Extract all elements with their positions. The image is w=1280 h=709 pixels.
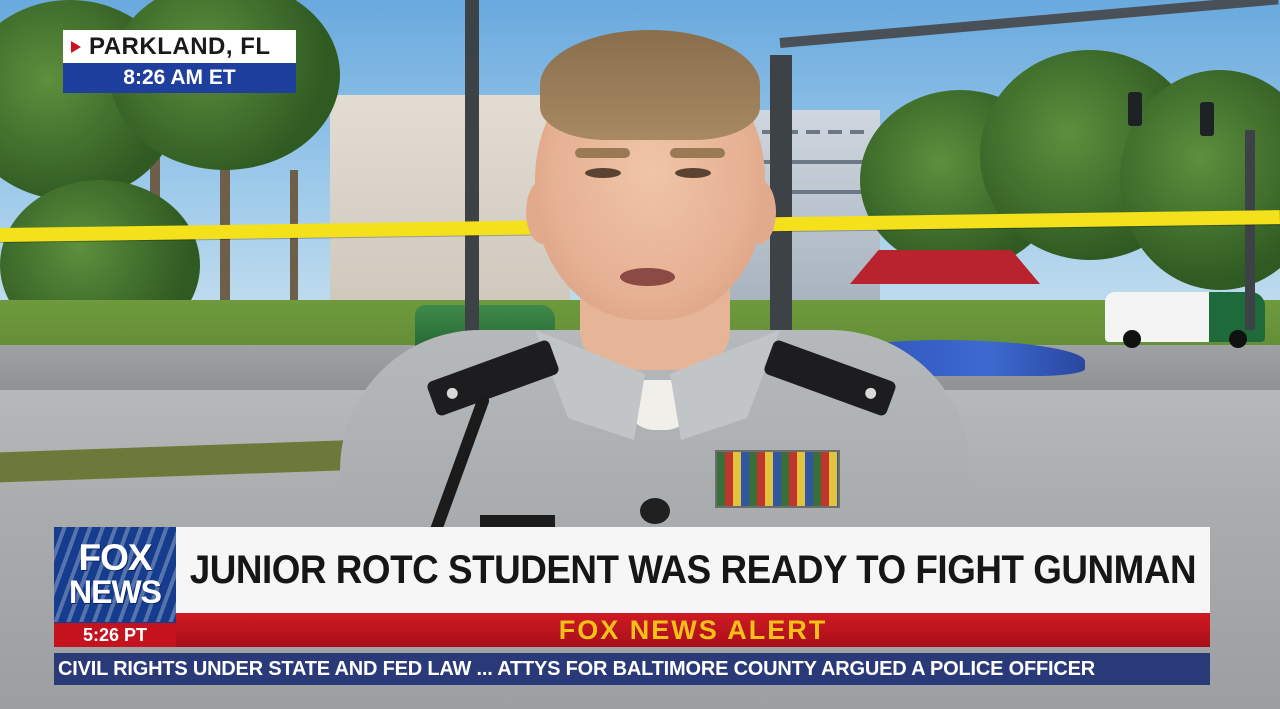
network-clock: 5:26 PT — [54, 623, 176, 647]
pole — [1245, 130, 1255, 330]
logo-fox-text: FOX — [78, 537, 152, 578]
fox-news-logo: FOX NEWS 5:26 PT — [54, 527, 176, 647]
location-city: PARKLAND, FL — [89, 32, 271, 60]
news-ticker: CIVIL RIGHTS UNDER STATE AND FED LAW ...… — [54, 653, 1210, 685]
eye — [675, 168, 711, 178]
police-car — [1105, 292, 1265, 348]
eye — [585, 168, 621, 178]
ticker-text: CIVIL RIGHTS UNDER STATE AND FED LAW ...… — [58, 657, 1095, 680]
eyebrow — [670, 148, 725, 158]
traffic-signal — [1200, 102, 1214, 136]
lower-third: FOX NEWS 5:26 PT JUNIOR ROTC STUDENT WAS… — [54, 527, 1210, 685]
lapel-microphone — [640, 498, 670, 524]
medal-ribbons — [715, 450, 840, 508]
location-time: 8:26 AM ET — [63, 63, 296, 93]
headline-bar: JUNIOR ROTC STUDENT WAS READY TO FIGHT G… — [176, 527, 1210, 613]
headline: JUNIOR ROTC STUDENT WAS READY TO FIGHT G… — [189, 547, 1197, 592]
traffic-signal — [1128, 92, 1142, 126]
play-arrow-icon — [71, 40, 81, 53]
location-bug: PARKLAND, FL 8:26 AM ET — [63, 30, 296, 93]
mouth — [620, 268, 675, 286]
eyebrow — [575, 148, 630, 158]
alert-label: FOX NEWS ALERT — [558, 614, 828, 645]
logo-news-text: NEWS — [69, 574, 162, 610]
location-bar: PARKLAND, FL — [63, 30, 296, 63]
hair — [540, 30, 760, 140]
alert-bar: FOX NEWS ALERT — [176, 613, 1210, 647]
